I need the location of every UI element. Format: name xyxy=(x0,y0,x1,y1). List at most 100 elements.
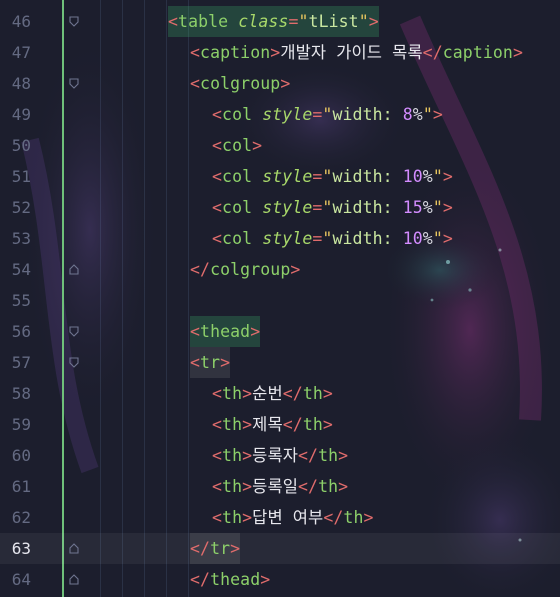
code-line[interactable]: 52 <col style="width: 15%"> xyxy=(0,192,560,223)
code-token: col xyxy=(222,136,253,155)
code-token: colgroup xyxy=(200,74,281,93)
code-text[interactable]: <th>순번</th> xyxy=(212,378,333,409)
code-token: 등록자 xyxy=(252,446,299,465)
line-number: 60 xyxy=(11,446,31,465)
code-line[interactable]: 61 <th>등록일</th> xyxy=(0,471,560,502)
code-token: < xyxy=(212,508,223,527)
code-token: 등록일 xyxy=(252,477,299,496)
code-line[interactable]: 58 <th>순번</th> xyxy=(0,378,560,409)
code-text[interactable]: <th>등록일</th> xyxy=(212,471,348,502)
fold-close-icon[interactable] xyxy=(69,543,79,554)
code-token: </ xyxy=(190,570,211,589)
line-number: 56 xyxy=(11,322,31,341)
code-token: </ xyxy=(282,415,303,434)
code-text[interactable]: </thead> xyxy=(190,564,270,595)
code-line[interactable]: 57 <tr> xyxy=(0,347,560,378)
code-text[interactable]: <thead> xyxy=(190,316,261,347)
code-line[interactable]: 51 <col style="width: 10%"> xyxy=(0,161,560,192)
code-text[interactable]: <tr> xyxy=(190,347,231,378)
code-token: > xyxy=(242,415,253,434)
code-token: tr xyxy=(200,353,221,372)
code-text[interactable]: </tr> xyxy=(190,533,241,564)
code-line[interactable]: 56 <thead> xyxy=(0,316,560,347)
code-line[interactable]: 47 <caption>개발자 가이드 목록</caption> xyxy=(0,37,560,68)
code-text[interactable]: <col style="width: 10%"> xyxy=(212,161,453,192)
code-line[interactable]: 55 xyxy=(0,285,560,316)
code-text[interactable]: <col style="width: 15%"> xyxy=(212,192,453,223)
code-line[interactable]: 64 </thead> xyxy=(0,564,560,595)
code-token: " xyxy=(298,12,309,31)
code-token: style xyxy=(262,229,313,248)
code-token: % xyxy=(422,167,433,186)
code-text[interactable]: <col style="width: 8%"> xyxy=(212,99,443,130)
line-number: 50 xyxy=(11,136,31,155)
code-token: </ xyxy=(298,446,319,465)
code-token: " xyxy=(322,198,333,217)
code-token: 10 xyxy=(402,167,423,186)
code-token: </ xyxy=(282,384,303,403)
code-token: < xyxy=(212,446,223,465)
code-token: </ xyxy=(190,539,211,558)
code-text[interactable]: <colgroup> xyxy=(190,68,290,99)
code-line[interactable]: 53 <col style="width: 10%"> xyxy=(0,223,560,254)
code-line[interactable]: 46 <table class="tList"> xyxy=(0,6,560,37)
code-line[interactable]: 48 <colgroup> xyxy=(0,68,560,99)
code-token: th xyxy=(222,446,243,465)
line-number: 63 xyxy=(11,539,31,558)
code-token: th xyxy=(222,384,243,403)
code-line[interactable]: 60 <th>등록자</th> xyxy=(0,440,560,471)
code-token: th xyxy=(302,384,323,403)
code-token: > xyxy=(270,43,281,62)
code-token: " xyxy=(358,12,369,31)
code-text[interactable]: <col style="width: 10%"> xyxy=(212,223,453,254)
code-token: 15 xyxy=(402,198,423,217)
fold-open-icon[interactable] xyxy=(69,16,79,27)
code-text[interactable]: <table class="tList"> xyxy=(168,6,379,37)
fold-close-icon[interactable] xyxy=(69,264,79,275)
code-text[interactable]: <col> xyxy=(212,130,262,161)
code-line[interactable]: 50 <col> xyxy=(0,130,560,161)
code-text[interactable]: <th>제목</th> xyxy=(212,409,333,440)
line-number: 62 xyxy=(11,508,31,527)
fold-open-icon[interactable] xyxy=(69,78,79,89)
code-line[interactable]: 63 </tr> xyxy=(0,533,560,564)
code-token: < xyxy=(212,477,223,496)
code-token: > xyxy=(220,353,231,372)
code-text[interactable]: <th>등록자</th> xyxy=(212,440,348,471)
code-text[interactable]: <caption>개발자 가이드 목록</caption> xyxy=(190,37,523,68)
code-line[interactable]: 62 <th>답변 여부</th> xyxy=(0,502,560,533)
code-text[interactable]: <th>답변 여부</th> xyxy=(212,502,374,533)
code-token: tr xyxy=(210,539,231,558)
fold-close-icon[interactable] xyxy=(69,574,79,585)
code-token: th xyxy=(222,508,243,527)
code-token: " xyxy=(322,167,333,186)
code-editor[interactable]: 46 <table class="tList"> 47 <caption>개발자 가이… xyxy=(0,6,560,595)
code-token: col xyxy=(222,229,253,248)
line-number: 53 xyxy=(11,229,31,248)
code-token: </ xyxy=(298,477,319,496)
fold-open-icon[interactable] xyxy=(69,357,79,368)
code-token: < xyxy=(212,136,223,155)
code-token: % xyxy=(422,198,433,217)
code-line[interactable]: 59 <th>제목</th> xyxy=(0,409,560,440)
code-token: > xyxy=(242,477,253,496)
code-token: > xyxy=(322,415,333,434)
line-number: 52 xyxy=(11,198,31,217)
fold-open-icon[interactable] xyxy=(69,326,79,337)
code-token: th xyxy=(302,415,323,434)
line-number: 57 xyxy=(11,353,31,372)
code-token: </ xyxy=(323,508,344,527)
code-line[interactable]: 49 <col style="width: 8%"> xyxy=(0,99,560,130)
code-token: colgroup xyxy=(210,260,291,279)
code-token: " xyxy=(422,105,433,124)
line-number: 49 xyxy=(11,105,31,124)
code-token: < xyxy=(212,415,223,434)
code-line[interactable]: 54 </colgroup> xyxy=(0,254,560,285)
code-token: = xyxy=(312,229,323,248)
code-text[interactable]: </colgroup> xyxy=(190,254,300,285)
code-token: 개발자 가이드 목록 xyxy=(280,43,423,62)
code-token: style xyxy=(262,105,313,124)
code-token: < xyxy=(212,198,223,217)
code-token: thead xyxy=(210,570,261,589)
